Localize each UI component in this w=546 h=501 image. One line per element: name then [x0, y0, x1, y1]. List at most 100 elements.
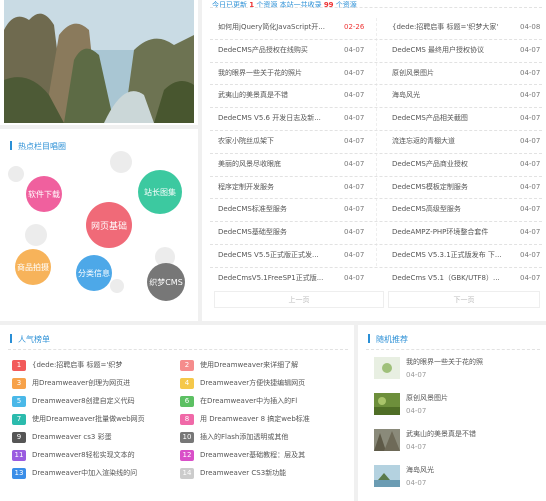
next-page-button[interactable]: 下一页 [388, 291, 540, 308]
news-item[interactable]: 程序定制开发服务 04-07 [218, 176, 374, 198]
news-title[interactable]: DedeCMS产品商业授权 [392, 153, 510, 175]
news-title[interactable]: DedeCms V5.1（GBK/UTF8）... [392, 267, 510, 289]
tag-product-photo[interactable]: 商品拍摄 [15, 249, 51, 285]
news-item[interactable]: 如何用jQuery简化JavaScript开... 02-26 [218, 16, 374, 38]
news-item[interactable]: 我的眼界一些关于花的照片 04-07 [218, 62, 374, 84]
news-title[interactable]: 程序定制开发服务 [218, 176, 348, 198]
news-item[interactable]: 农家小院丝瓜架下 04-07 [218, 130, 374, 152]
random-thumbnail[interactable] [374, 465, 400, 487]
news-item[interactable]: {dede:招聘启事 标题='织梦大家' 04-08 [392, 16, 546, 38]
news-item[interactable]: DedeCMS产品相关截图 04-07 [392, 107, 546, 129]
news-title[interactable]: DedeAMPZ-PHP环境整合套件 [392, 221, 510, 243]
news-title[interactable]: DedeCMS标准型服务 [218, 198, 348, 220]
news-title[interactable]: DedeCMS V5.6 开发日志及新... [218, 107, 348, 129]
news-item[interactable]: DedeCMS V5.3.1正式版发布 下... 04-07 [392, 244, 546, 266]
news-title[interactable]: DedeCMS模板定制服务 [392, 176, 510, 198]
news-item[interactable]: DedeCMS模板定制服务 04-07 [392, 176, 546, 198]
news-item[interactable]: DedeCMS产品授权在线购买 04-07 [218, 39, 374, 61]
rank-title[interactable]: Dreamweaver CS3新功能 [200, 469, 286, 477]
random-title[interactable]: 海岛风光 [406, 465, 434, 475]
random-title[interactable]: 武夷山的美景真是不错 [406, 429, 476, 439]
news-title[interactable]: DedeCMS 最终用户授权协议 [392, 39, 510, 61]
news-title[interactable]: 农家小院丝瓜架下 [218, 130, 348, 152]
news-title[interactable]: 流连忘返的青棚大道 [392, 130, 510, 152]
news-item[interactable]: DedeCMS标准型服务 04-07 [218, 198, 374, 220]
tag-web-basics[interactable]: 网页基础 [86, 202, 132, 248]
news-title[interactable]: DedeCMS产品相关截图 [392, 107, 510, 129]
news-item[interactable]: DedeCMS 最终用户授权协议 04-07 [392, 39, 546, 61]
rank-title[interactable]: 用Dreamweaver创理为网页进 [32, 379, 130, 387]
news-item[interactable]: 美丽的风景尽收眼底 04-07 [218, 153, 374, 175]
rank-item[interactable]: 11 Dreamweaver8轻松实现文本的 [12, 449, 135, 467]
news-title[interactable]: 海岛风光 [392, 84, 510, 106]
rank-title[interactable]: Dreamweaver中加入渲染线的问 [32, 469, 137, 477]
news-date: 04-07 [344, 205, 365, 214]
random-thumbnail[interactable] [374, 429, 400, 451]
tag-software-download[interactable]: 软件下载 [26, 176, 62, 212]
news-title[interactable]: 原创风景图片 [392, 62, 510, 84]
rank-item[interactable]: 13 Dreamweaver中加入渲染线的问 [12, 467, 137, 485]
news-item[interactable]: 海岛风光 04-07 [392, 84, 546, 106]
rank-item[interactable]: 12 Dreamweaver基础教程：层及其 [180, 449, 305, 467]
random-item[interactable]: 原创风景图片 04-07 [374, 393, 544, 423]
news-title[interactable]: 如何用jQuery简化JavaScript开... [218, 16, 348, 38]
news-item[interactable]: DedeCMS V5.6 开发日志及新... 04-07 [218, 107, 374, 129]
rank-item[interactable]: 4 Dreamweaver方便快捷编辑网页 [180, 377, 305, 395]
rank-title[interactable]: 在Dreamweaver中为插入的Fl [200, 397, 297, 405]
rank-title[interactable]: 使用Dreamweaver来详细了解 [200, 361, 298, 369]
rank-title[interactable]: Dreamweaver8轻松实现文本的 [32, 451, 135, 459]
rank-item[interactable]: 7 使用Dreamweaver批量做web网页 [12, 413, 145, 431]
random-thumbnail[interactable] [374, 393, 400, 415]
news-item[interactable]: 原创风景图片 04-07 [392, 62, 546, 84]
news-title[interactable]: DedeCMS V5.3.1正式版发布 下... [392, 244, 510, 266]
random-title[interactable]: 我的眼界一些关于花的照 [406, 357, 483, 367]
news-item[interactable]: DedeCmsV5.1FreeSP1正式版... 04-07 [218, 267, 374, 289]
news-item[interactable]: 流连忘返的青棚大道 04-07 [392, 130, 546, 152]
rank-item[interactable]: 2 使用Dreamweaver来详细了解 [180, 359, 298, 377]
news-title[interactable]: {dede:招聘启事 标题='织梦大家' [392, 16, 510, 38]
rank-item[interactable]: 9 Dreamweaver cs3 彩蛋 [12, 431, 112, 449]
news-item[interactable]: DedeCMS V5.5正式版正式发... 04-07 [218, 244, 374, 266]
tag-classifieds[interactable]: 分类信息 [76, 255, 112, 291]
random-item[interactable]: 武夷山的美景真是不错 04-07 [374, 429, 544, 459]
news-item[interactable]: DedeCMS产品商业授权 04-07 [392, 153, 546, 175]
random-title[interactable]: 原创风景图片 [406, 393, 448, 403]
rank-title[interactable]: Dreamweaver cs3 彩蛋 [32, 433, 112, 441]
rank-title[interactable]: Dreamweaver8创建自定义代码 [32, 397, 135, 405]
news-title[interactable]: 美丽的风景尽收眼底 [218, 153, 348, 175]
rank-title[interactable]: 插入的Flash添加透明或其他 [200, 433, 288, 441]
news-title[interactable]: DedeCMS基础型服务 [218, 221, 348, 243]
news-title[interactable]: DedeCmsV5.1FreeSP1正式版... [218, 267, 348, 289]
news-title[interactable]: 我的眼界一些关于花的照片 [218, 62, 348, 84]
rank-item[interactable]: 8 用 Dreamweaver 8 搞定web标准 [180, 413, 310, 431]
news-item[interactable]: DedeAMPZ-PHP环境整合套件 04-07 [392, 221, 546, 243]
news-item[interactable]: DedeCMS高级型服务 04-07 [392, 198, 546, 220]
rank-item[interactable]: 10 插入的Flash添加透明或其他 [180, 431, 288, 449]
random-item[interactable]: 我的眼界一些关于花的照 04-07 [374, 357, 544, 387]
tag-dedecms[interactable]: 织梦CMS [147, 263, 185, 301]
random-item[interactable]: 海岛风光 04-07 [374, 465, 544, 495]
news-item[interactable]: DedeCms V5.1（GBK/UTF8）... 04-07 [392, 267, 546, 289]
rank-item[interactable]: 14 Dreamweaver CS3新功能 [180, 467, 286, 485]
news-title[interactable]: 武夷山的美景真是不错 [218, 84, 348, 106]
rank-item[interactable]: 1 {dede:招聘启事 标题='织梦 [12, 359, 122, 377]
news-title[interactable]: DedeCMS V5.5正式版正式发... [218, 244, 348, 266]
divider [8, 349, 348, 350]
rank-item[interactable]: 5 Dreamweaver8创建自定义代码 [12, 395, 135, 413]
rank-title[interactable]: 使用Dreamweaver批量做web网页 [32, 415, 145, 423]
news-item[interactable]: 武夷山的美景真是不错 04-07 [218, 84, 374, 106]
rank-item[interactable]: 3 用Dreamweaver创理为网页进 [12, 377, 130, 395]
title-accent [368, 334, 370, 343]
news-title[interactable]: DedeCMS高级型服务 [392, 198, 510, 220]
rank-item[interactable]: 6 在Dreamweaver中为插入的Fl [180, 395, 297, 413]
prev-page-button[interactable]: 上一页 [214, 291, 384, 308]
featured-photo[interactable] [4, 0, 194, 123]
random-thumbnail[interactable] [374, 357, 400, 379]
news-title[interactable]: DedeCMS产品授权在线购买 [218, 39, 348, 61]
rank-title[interactable]: Dreamweaver方便快捷编辑网页 [200, 379, 305, 387]
news-item[interactable]: DedeCMS基础型服务 04-07 [218, 221, 374, 243]
rank-title[interactable]: Dreamweaver基础教程：层及其 [200, 451, 305, 459]
rank-title[interactable]: 用 Dreamweaver 8 搞定web标准 [200, 415, 310, 423]
rank-title[interactable]: {dede:招聘启事 标题='织梦 [32, 361, 122, 369]
tag-webmaster-gallery[interactable]: 站长图集 [138, 170, 182, 214]
